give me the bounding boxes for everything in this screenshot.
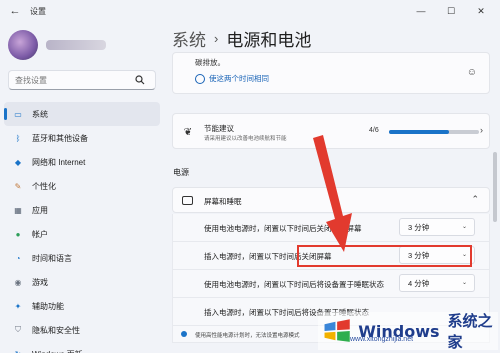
energy-suggestions-card[interactable]: ❦ 节能建议 请采用建议以改善电池续航和节能 4/6 › — [172, 113, 490, 149]
sidebar-nav: ▭ 系统 ᛒ 蓝牙和其他设备 ◆ 网络和 Internet ✎ 个性化 ▦ 应用 ● 帐户 ◔ 时间和语言… — [4, 102, 160, 353]
screen-sleep-icon — [182, 196, 193, 205]
clock-icon — [195, 73, 205, 84]
watermark-url: www.xitongzhijia.net — [350, 336, 414, 343]
sidebar-item-label: 个性化 — [32, 181, 56, 191]
sidebar-item-label: 时间和语言 — [32, 253, 72, 263]
sidebar-item-label: Windows 更新 — [32, 349, 83, 353]
time-sync-link-label: 使这两个时间相同 — [209, 74, 269, 83]
time-sync-text: 碳排放。 — [195, 58, 225, 67]
bluetooth-icon: ᛒ — [15, 133, 21, 143]
user-profile[interactable] — [8, 28, 158, 62]
breadcrumb-parent[interactable]: 系统 — [172, 26, 206, 51]
screen-sleep-header[interactable]: 屏幕和睡眠 ⌃ — [172, 187, 490, 213]
suggestion-subtitle: 请采用建议以改善电池续航和节能 — [204, 136, 287, 142]
time-sync-card: 碳排放。 使这两个时间相同 ☺ — [172, 52, 490, 94]
sidebar-item-3[interactable]: ✎ 个性化 — [4, 174, 160, 198]
back-arrow-icon: ← — [9, 5, 21, 17]
avatar — [8, 30, 38, 60]
search-icon[interactable] — [133, 73, 147, 87]
sidebar-item-2[interactable]: ◆ 网络和 Internet — [4, 150, 160, 174]
accessibility-icon: ✦ — [14, 301, 22, 311]
power-setting-label: 使用电池电源时，闭置以下时间后关闭我的屏幕 — [204, 224, 362, 233]
power-setting-row: 使用电池电源时，闭置以下时间后将设备置于睡眠状态 4 分钟 ⌄ — [172, 270, 490, 298]
highlight-box — [297, 245, 472, 267]
title-bar: ← 设置 — ☐ ✕ — [0, 0, 500, 22]
sidebar-item-label: 蓝牙和其他设备 — [32, 133, 88, 143]
suggestion-count: 4/6 — [369, 127, 379, 134]
close-icon: ✕ — [477, 5, 485, 16]
shield-icon: ⛉ — [15, 325, 21, 334]
sidebar-item-label: 隐私和安全性 — [32, 325, 80, 335]
leaf-icon: ❦ — [183, 126, 193, 138]
time-sync-link[interactable]: 使这两个时间相同 — [195, 73, 269, 84]
sidebar-item-4[interactable]: ▦ 应用 — [4, 198, 160, 222]
minimize-icon: — — [416, 6, 426, 16]
sidebar-item-8[interactable]: ✦ 辅助功能 — [4, 294, 160, 318]
app-title: 设置 — [30, 6, 46, 16]
sidebar-item-9[interactable]: ⛉ 隐私和安全性 — [4, 318, 160, 342]
timeout-dropdown[interactable]: 4 分钟 ⌄ — [399, 274, 475, 292]
update-icon: ↻ — [12, 348, 24, 353]
monitor-icon: ▭ — [14, 109, 22, 119]
brush-icon: ✎ — [14, 181, 22, 191]
chevron-down-icon: ⌄ — [461, 280, 467, 286]
scrollbar[interactable] — [493, 152, 497, 222]
sidebar-item-1[interactable]: ᛒ 蓝牙和其他设备 — [4, 126, 160, 150]
sidebar-item-10[interactable]: ↻ Windows 更新 — [4, 342, 160, 353]
globe-clock-icon: ◔ — [15, 253, 21, 263]
page-title: 电源和电池 — [226, 31, 312, 50]
profile-name-blurred — [46, 40, 106, 50]
maximize-button[interactable]: ☐ — [436, 0, 466, 22]
chevron-down-icon: ⌄ — [461, 224, 467, 230]
power-mode-notice-text: 使用高性能电源计划时，无法设置电源模式 — [195, 333, 300, 339]
breadcrumb-separator: › — [214, 31, 219, 46]
minimize-button[interactable]: — — [406, 0, 436, 22]
wifi-icon: ◆ — [14, 157, 22, 167]
watermark-text: 系统之家 — [447, 313, 493, 351]
feedback-icon[interactable]: ☺ — [467, 67, 477, 78]
sidebar-item-label: 系统 — [32, 109, 48, 119]
power-section-title: 电源 — [173, 168, 189, 177]
sidebar-item-label: 网络和 Internet — [32, 157, 86, 167]
watermark: Windows 系统之家 — [318, 312, 498, 351]
timeout-dropdown[interactable]: 3 分钟 ⌄ — [399, 218, 475, 236]
search-box[interactable] — [8, 70, 156, 90]
breadcrumb: 系统 › 电源和电池 — [172, 26, 311, 51]
sidebar-item-label: 游戏 — [32, 277, 48, 287]
gamepad-icon: ◉ — [14, 277, 22, 287]
chevron-right-icon: › — [480, 125, 483, 135]
apps-icon: ▦ — [14, 205, 22, 215]
timeout-value: 4 分钟 — [408, 278, 430, 288]
power-setting-label: 使用电池电源时，闭置以下时间后将设备置于睡眠状态 — [204, 280, 384, 289]
suggestion-progress — [389, 130, 479, 134]
suggestion-title: 节能建议 — [204, 124, 234, 133]
close-button[interactable]: ✕ — [466, 0, 496, 22]
timeout-value: 3 分钟 — [408, 222, 430, 232]
suggestion-progress-fill — [389, 130, 450, 134]
account-icon: ● — [15, 229, 21, 239]
sidebar-item-label: 帐户 — [32, 229, 48, 239]
settings-window: ← 设置 — ☐ ✕ ▭ 系统 ᛒ 蓝牙和其他设备 ◆ 网络和 Internet ✎ 个性化 ▦… — [0, 0, 500, 353]
power-setting-row: 使用电池电源时，闭置以下时间后关闭我的屏幕 3 分钟 ⌄ — [172, 214, 490, 242]
chevron-up-icon: ⌃ — [471, 194, 479, 204]
maximize-icon: ☐ — [446, 5, 456, 16]
sidebar-item-5[interactable]: ● 帐户 — [4, 222, 160, 246]
search-input[interactable] — [9, 75, 133, 85]
back-button[interactable]: ← — [6, 2, 24, 20]
info-icon — [181, 331, 187, 337]
windows-logo-icon — [324, 319, 350, 342]
sidebar-item-label: 辅助功能 — [32, 301, 64, 311]
screen-sleep-title: 屏幕和睡眠 — [204, 197, 242, 206]
sidebar-item-6[interactable]: ◔ 时间和语言 — [4, 246, 160, 270]
sidebar-item-label: 应用 — [32, 205, 48, 215]
sidebar-item-0[interactable]: ▭ 系统 — [4, 102, 160, 126]
sidebar-item-7[interactable]: ◉ 游戏 — [4, 270, 160, 294]
